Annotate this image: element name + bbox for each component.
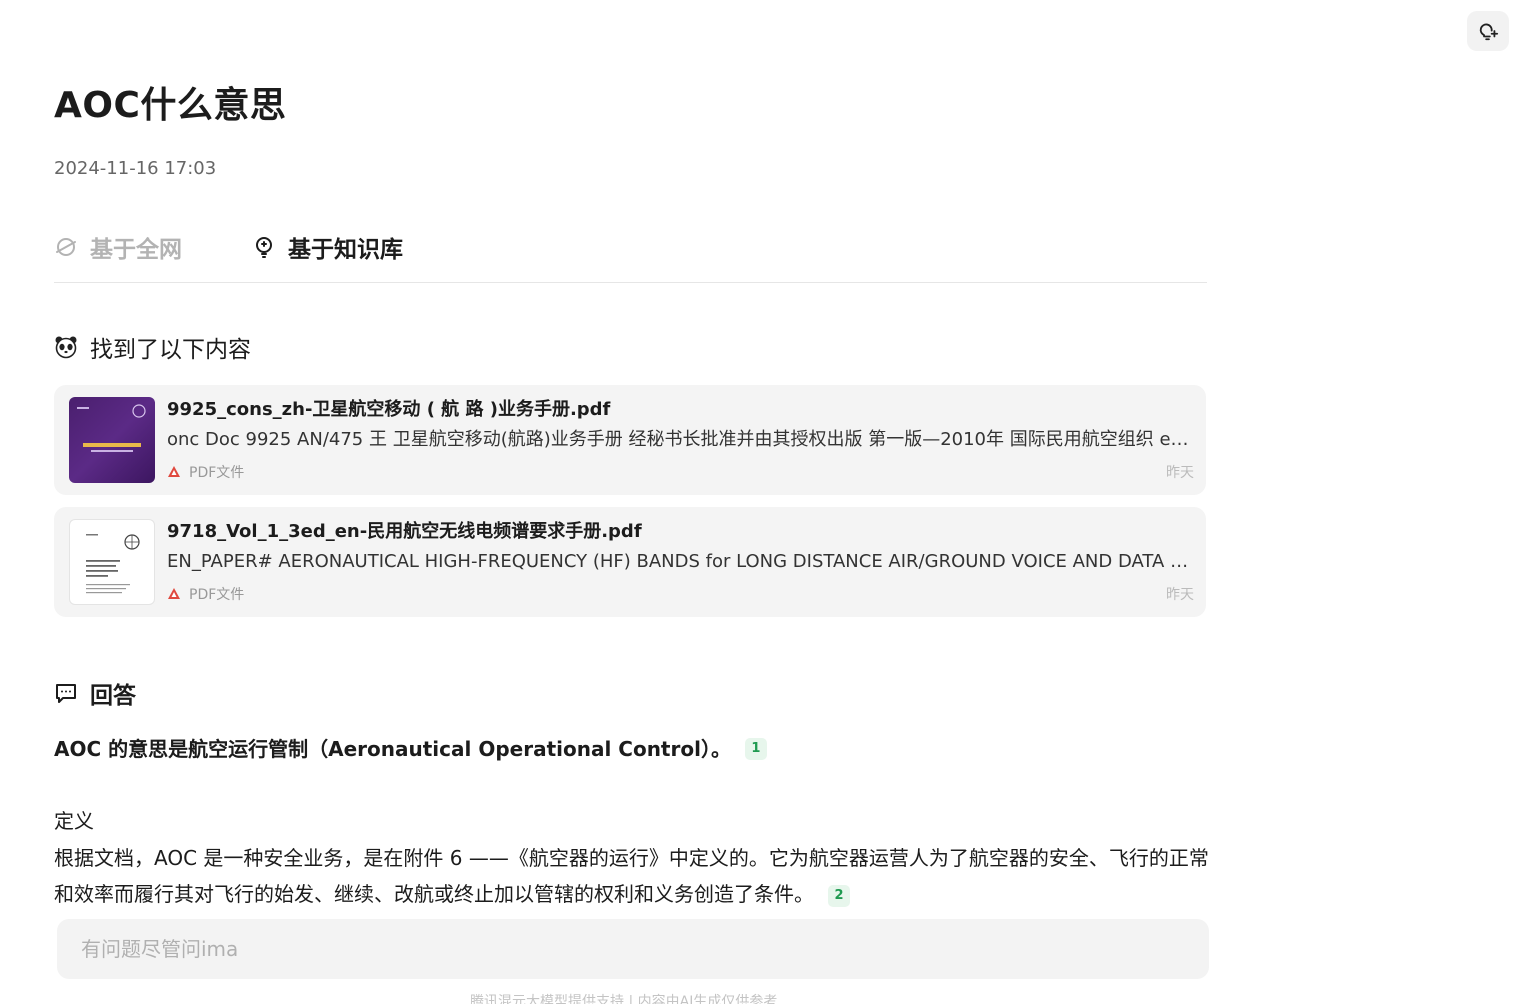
planet-icon: [54, 235, 78, 259]
result-card[interactable]: 9925_cons_zh-卫星航空移动 ( 航 路 )业务手册.pdf onc …: [54, 385, 1206, 495]
result-card[interactable]: 9718_Vol_1_3ed_en-民用航空无线电频谱要求手册.pdf EN_P…: [54, 507, 1206, 617]
source-tabs: 基于全网 基于知识库: [54, 224, 1207, 283]
ask-input[interactable]: [57, 919, 1209, 979]
bulb-icon: [252, 235, 276, 259]
definition-body: 根据文档，AOC 是一种安全业务，是在附件 6 ——《航空器的运行》中定义的。它…: [54, 840, 1214, 912]
result-type: PDF文件: [167, 584, 244, 604]
result-snippet: onc Doc 9925 AN/475 王 卫星航空移动(航路)业务手册 经秘书…: [167, 429, 1193, 450]
document-thumbnail: [69, 519, 155, 605]
answer-lead-text: AOC 的意思是航空运行管制（Aeronautical Operational …: [54, 737, 731, 761]
citation-badge[interactable]: 1: [744, 738, 767, 760]
footer-disclaimer: 腾讯混元大模型提供支持 | 内容由AI生成仅供参考: [470, 994, 778, 1004]
new-chat-button[interactable]: [1467, 11, 1509, 51]
result-type: PDF文件: [167, 462, 244, 482]
answer-lead: AOC 的意思是航空运行管制（Aeronautical Operational …: [54, 734, 767, 764]
pdf-icon: [167, 465, 181, 479]
answer-heading: 回答: [54, 676, 136, 710]
results-heading-label: 找到了以下内容: [90, 337, 251, 363]
page-title: AOC什么意思: [54, 85, 287, 126]
result-type-label: PDF文件: [189, 587, 245, 603]
result-snippet: EN_PAPER# AERONAUTICAL HIGH-FREQUENCY (H…: [167, 551, 1193, 572]
pdf-icon: [167, 587, 181, 601]
chat-icon: [54, 681, 78, 705]
definition-label: 定义: [54, 809, 94, 833]
definition-text: 根据文档，AOC 是一种安全业务，是在附件 6 ——《航空器的运行》中定义的。它…: [54, 846, 1209, 906]
result-type-label: PDF文件: [189, 465, 245, 481]
bulb-plus-icon: [1479, 23, 1499, 41]
tab-web-label: 基于全网: [90, 237, 182, 263]
answer-heading-label: 回答: [90, 683, 136, 709]
results-heading: 找到了以下内容: [54, 330, 251, 364]
page: AOC什么意思 2024-11-16 17:03 基于全网 基于知识库 找到了以…: [0, 0, 1522, 1004]
tab-knowledge-base[interactable]: 基于知识库: [252, 224, 403, 270]
page-timestamp: 2024-11-16 17:03: [54, 158, 217, 179]
tab-knowledge-base-label: 基于知识库: [288, 237, 403, 263]
result-title: 9925_cons_zh-卫星航空移动 ( 航 路 )业务手册.pdf: [167, 399, 611, 420]
citation-badge[interactable]: 2: [828, 884, 850, 907]
document-thumbnail: [69, 397, 155, 483]
result-date: 昨天: [1166, 465, 1194, 481]
tab-web[interactable]: 基于全网: [54, 224, 182, 270]
result-title: 9718_Vol_1_3ed_en-民用航空无线电频谱要求手册.pdf: [167, 521, 642, 542]
result-date: 昨天: [1166, 587, 1194, 603]
panda-icon: [54, 335, 78, 359]
